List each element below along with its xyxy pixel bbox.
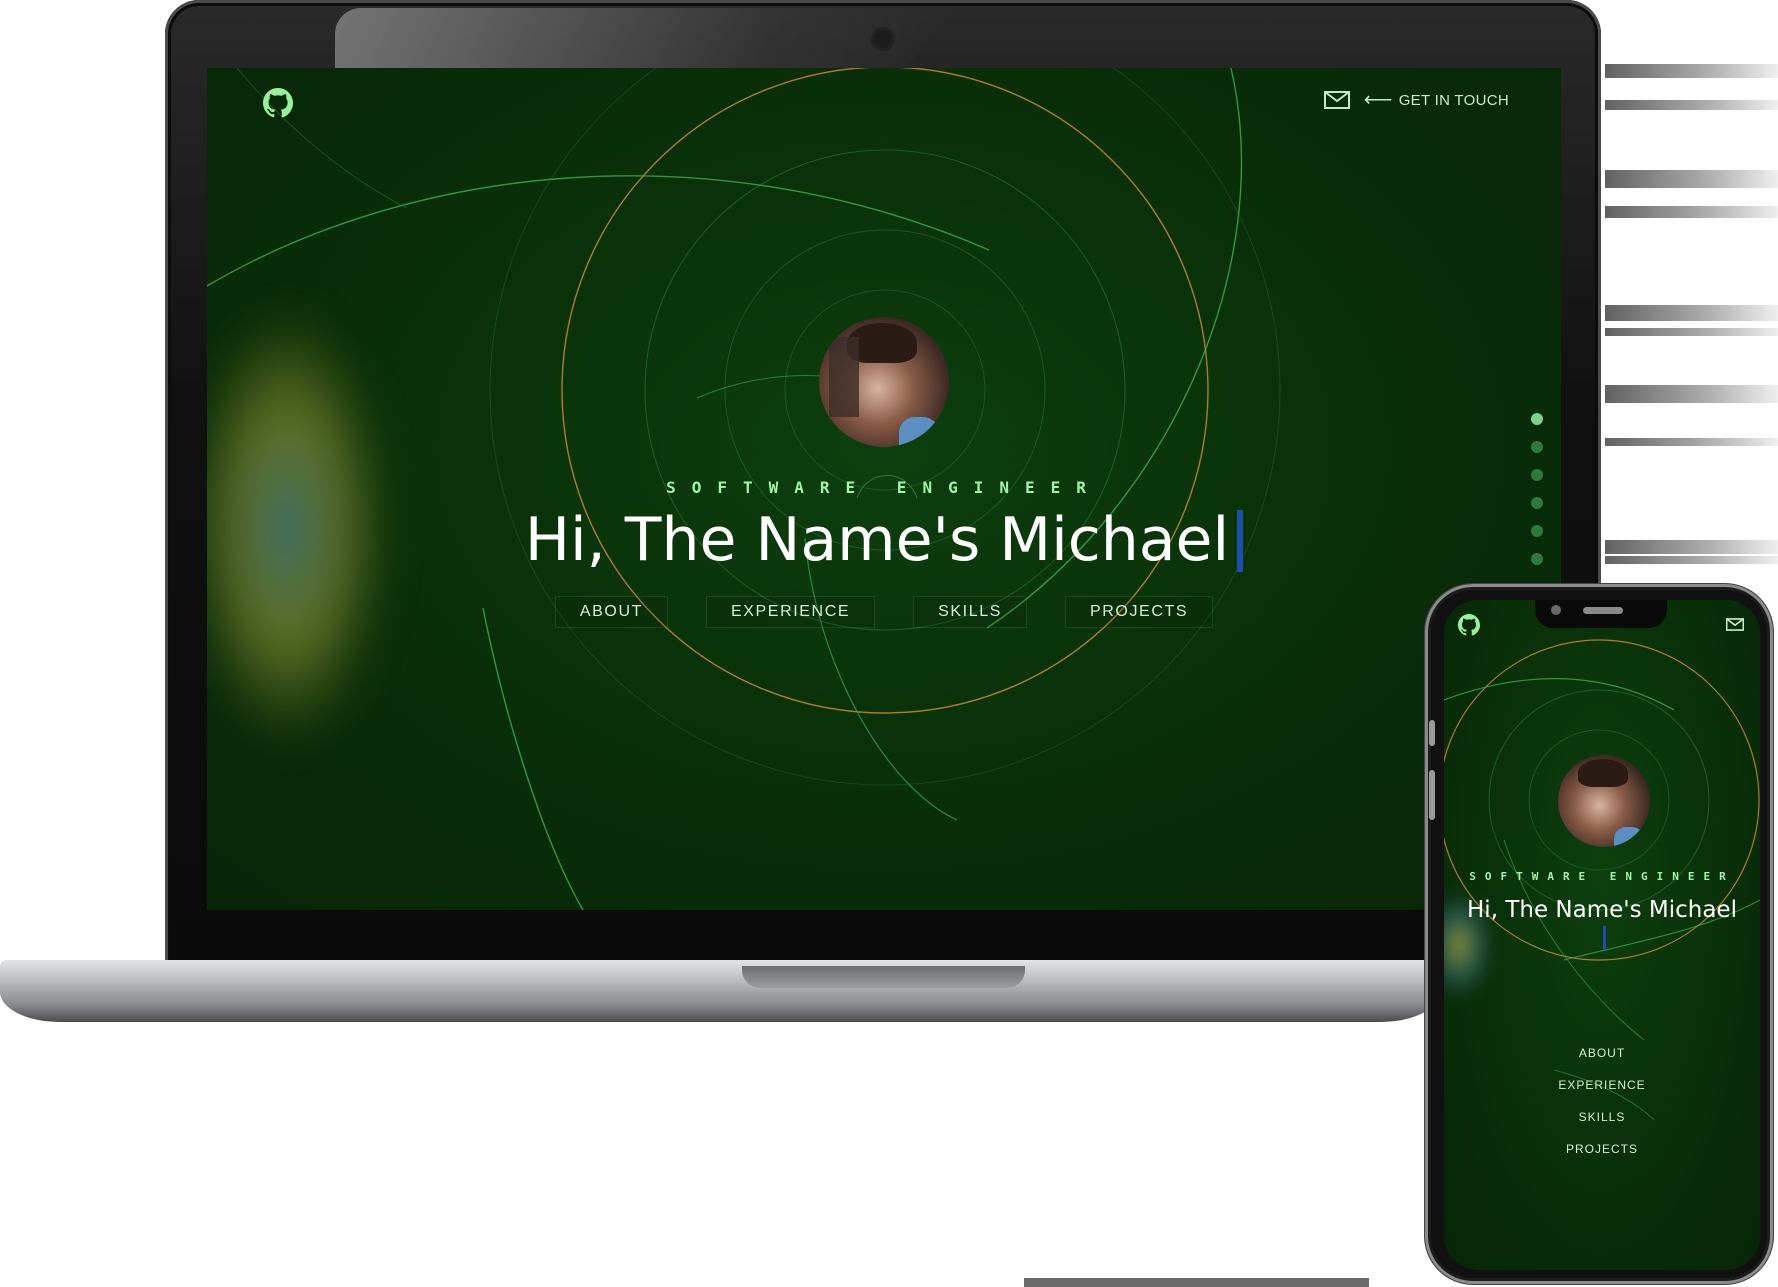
profile-photo: [1558, 755, 1650, 847]
phone-camera: [1551, 605, 1561, 615]
mail-icon: [1323, 91, 1350, 109]
phone-notch: [1535, 600, 1667, 628]
phone-button: [1429, 770, 1435, 820]
laptop-base: [0, 960, 1440, 1022]
section-dot[interactable]: [1531, 469, 1543, 481]
laptop-notch: [742, 966, 1025, 988]
phone-speaker: [1583, 607, 1623, 614]
hero-headline: Hi, The Name's Michael: [1464, 896, 1740, 954]
nav-about[interactable]: ABOUT: [1579, 1046, 1625, 1060]
nav-projects[interactable]: PROJECTS: [1064, 596, 1214, 628]
github-icon[interactable]: [263, 88, 293, 118]
hero-headline: Hi, The Name's Michael: [207, 505, 1561, 575]
typing-cursor: [1602, 926, 1606, 950]
nav-experience[interactable]: EXPERIENCE: [705, 596, 876, 628]
floor-shadow: [1024, 1278, 1369, 1287]
section-dot[interactable]: [1531, 497, 1543, 509]
main-nav: ABOUT EXPERIENCE SKILLS PROJECTS: [207, 596, 1561, 628]
typing-cursor: [1237, 510, 1244, 572]
contact-label: GET IN TOUCH: [1398, 91, 1509, 109]
desktop-screen: ⟵ GET IN TOUCH SOFTWARE ENGINEER Hi, The…: [207, 68, 1561, 910]
phone-button: [1429, 720, 1435, 746]
nav-skills[interactable]: SKILLS: [913, 596, 1027, 628]
lid-glare: [335, 8, 955, 68]
role-title: SOFTWARE ENGINEER: [666, 478, 1102, 497]
profile-photo: [819, 317, 949, 447]
section-dots: [1531, 413, 1543, 565]
background-reflection: [1605, 0, 1778, 600]
arrow-left-icon: ⟵: [1363, 89, 1393, 111]
laptop-camera: [874, 30, 892, 48]
nav-projects[interactable]: PROJECTS: [1566, 1142, 1638, 1156]
section-dot[interactable]: [1531, 553, 1543, 565]
section-dot[interactable]: [1531, 525, 1543, 537]
section-dot[interactable]: [1531, 413, 1543, 425]
top-bar: ⟵ GET IN TOUCH: [207, 68, 1561, 138]
nav-skills[interactable]: SKILLS: [1579, 1110, 1626, 1124]
mobile-nav: ABOUT EXPERIENCE SKILLS PROJECTS: [1444, 1046, 1760, 1156]
section-dot[interactable]: [1531, 441, 1543, 453]
github-icon[interactable]: [1458, 614, 1480, 636]
mail-icon[interactable]: [1726, 618, 1744, 631]
headline-text: Hi, The Name's Michael: [524, 505, 1230, 575]
nav-experience[interactable]: EXPERIENCE: [1558, 1078, 1645, 1092]
nav-about[interactable]: ABOUT: [554, 596, 668, 628]
mobile-screen: SOFTWARE ENGINEER Hi, The Name's Michael…: [1444, 600, 1760, 1270]
role-title: SOFTWARE ENGINEER: [1469, 870, 1735, 883]
get-in-touch-link[interactable]: ⟵ GET IN TOUCH: [1323, 89, 1509, 111]
headline-text: Hi, The Name's Michael: [1467, 897, 1737, 923]
